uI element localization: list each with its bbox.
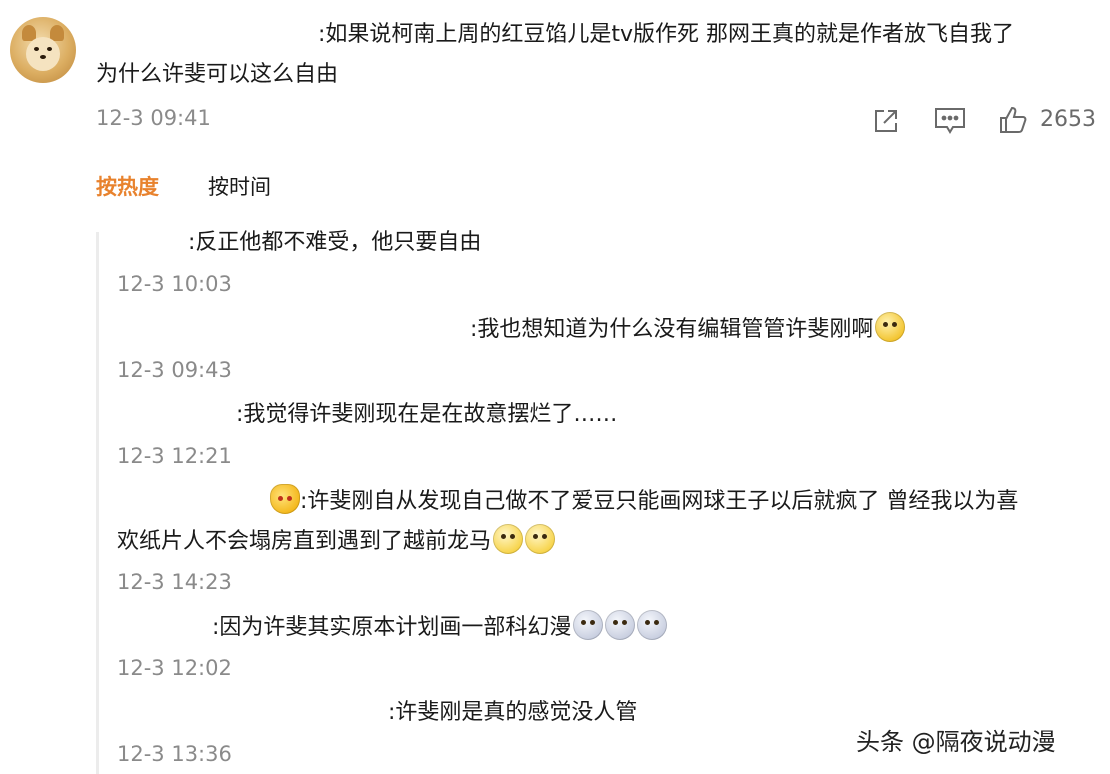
- reply-timestamp: 12-3 14:23: [117, 570, 232, 594]
- watermark: 头条 @隔夜说动漫: [856, 728, 1056, 756]
- reply-text: :因为许斐其实原本计划画一部科幻漫: [212, 615, 572, 640]
- reply-timestamp: 12-3 09:43: [117, 358, 232, 382]
- tab-sort-by-hot[interactable]: 按热度: [96, 171, 159, 201]
- reply-text: :我也想知道为什么没有编辑管管许斐刚啊: [470, 317, 874, 342]
- comment-text-line2: 为什么许斐可以这么自由: [96, 62, 339, 87]
- reply-timestamp: 12-3 12:21: [117, 444, 232, 468]
- comment-timestamp: 12-3 09:41: [96, 106, 211, 130]
- tab-sort-by-time[interactable]: 按时间: [208, 171, 271, 201]
- drooling-face-emoji-icon: [605, 610, 636, 640]
- share-icon[interactable]: [870, 105, 902, 137]
- reply-text: :许斐刚自从发现自己做不了爱豆只能画网球王子以后就疯了 曾经我以为喜: [300, 489, 1019, 514]
- reply-timestamp: 12-3 10:03: [117, 272, 232, 296]
- dizzy-face-emoji-icon: [875, 312, 906, 342]
- grinning-face-emoji-icon: [493, 524, 524, 554]
- reply-thread-divider: [96, 232, 99, 774]
- reply-text-with-emoji: :因为许斐其实原本计划画一部科幻漫: [212, 610, 668, 645]
- grinning-face-emoji-icon: [525, 524, 556, 554]
- user-avatar[interactable]: [10, 17, 76, 83]
- comment-text-line1: :如果说柯南上周的红豆馅儿是tv版作死 那网王真的就是作者放飞自我了: [318, 22, 1015, 47]
- reply-text-line2: 欢纸片人不会塌房直到遇到了越前龙马: [117, 524, 556, 559]
- drooling-face-emoji-icon: [573, 610, 604, 640]
- reply-text: :我觉得许斐刚现在是在故意摆烂了……: [236, 402, 618, 427]
- reply-text: :反正他都不难受，他只要自由: [188, 230, 482, 255]
- reply-text: 欢纸片人不会塌房直到遇到了越前龙马: [117, 529, 492, 554]
- thumbs-up-icon[interactable]: [997, 104, 1029, 136]
- reply-text: :许斐刚是真的感觉没人管: [388, 700, 638, 725]
- drooling-face-emoji-icon: [637, 610, 668, 640]
- reply-text-line1: :许斐刚自从发现自己做不了爱豆只能画网球王子以后就疯了 曾经我以为喜: [268, 484, 1018, 519]
- reply-text-with-emoji: :我也想知道为什么没有编辑管管许斐刚啊: [470, 312, 906, 347]
- like-count: 2653: [1040, 107, 1096, 132]
- reply-timestamp: 12-3 13:36: [117, 742, 232, 766]
- crown-badge-icon: [270, 484, 300, 514]
- comment-icon[interactable]: [933, 105, 967, 137]
- reply-timestamp: 12-3 12:02: [117, 656, 232, 680]
